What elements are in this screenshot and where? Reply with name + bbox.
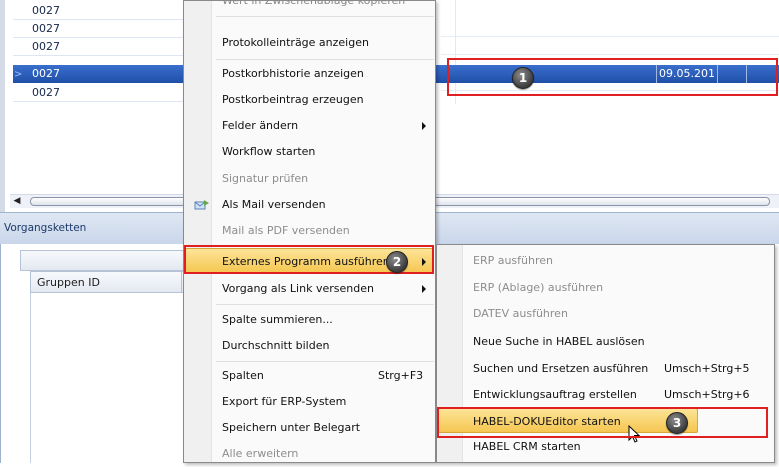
grid-row-line xyxy=(441,54,779,55)
column-header-gruppen-id[interactable]: Gruppen ID xyxy=(30,271,182,293)
menu-item-label: Workflow starten xyxy=(222,145,316,158)
menu-item-spalten[interactable]: Spalten Strg+F3 xyxy=(186,363,434,389)
menu-item-protokolleintraege[interactable]: Protokolleinträge anzeigen xyxy=(186,30,434,56)
menu-item-label: Spalte summieren... xyxy=(222,313,333,326)
menu-item-postkorbeintrag[interactable]: Postkorbeintrag erzeugen xyxy=(186,87,434,113)
submenu-item-erp-ablage: ERP (Ablage) ausführen xyxy=(439,275,772,301)
submenu-item-erp-ausfuehren: ERP ausführen xyxy=(439,248,772,274)
submenu-item-suchen-ersetzen[interactable]: Suchen und Ersetzen ausführen Umsch+Strg… xyxy=(439,356,772,382)
menu-item-felder-aendern[interactable]: Felder ändern xyxy=(186,113,434,139)
menu-item-label: Durchschnitt bilden xyxy=(222,339,330,352)
annotation-highlight-dokueditor xyxy=(437,407,768,438)
submenu-item-entwicklungsauftrag[interactable]: Entwicklungsauftrag erstellen Umsch+Strg… xyxy=(439,382,772,408)
annotation-highlight-selected-row xyxy=(447,58,778,96)
mail-icon xyxy=(194,200,209,210)
menu-item-postkorbhistorie[interactable]: Postkorbhistorie anzeigen xyxy=(186,61,434,87)
menu-item-label: Mail als PDF versenden xyxy=(222,224,350,237)
menu-item-alle-erweitern: Alle erweitern xyxy=(186,441,434,467)
grid-cell-id: 0027 xyxy=(32,67,60,80)
scroll-left-icon[interactable]: ◀ xyxy=(10,195,24,208)
table-row[interactable]: 0027 xyxy=(13,2,183,20)
menu-item-label: Export für ERP-System xyxy=(222,395,347,408)
row-indicator-icon: > xyxy=(14,68,23,80)
menu-item-speichern-belegart[interactable]: Speichern unter Belegart xyxy=(186,415,434,441)
menu-item-signatur-pruefen: Signatur prüfen xyxy=(186,166,434,192)
table-row[interactable]: 0027 xyxy=(13,20,183,38)
table-row[interactable]: 0027 xyxy=(13,38,183,56)
annotation-badge-1: 1 xyxy=(512,67,534,89)
grid-cell-id: 0027 xyxy=(13,2,183,20)
menu-separator xyxy=(216,304,434,305)
annotation-badge-2: 2 xyxy=(386,251,408,273)
menu-item-shortcut: Umsch+Strg+6 xyxy=(664,388,750,401)
menu-item-copy-value[interactable]: Wert in Zwischenablage kopieren xyxy=(186,0,434,14)
panel-column-divider xyxy=(30,293,31,463)
menu-separator xyxy=(216,59,434,60)
menu-item-label: Suchen und Ersetzen ausführen xyxy=(473,362,649,375)
table-row[interactable]: 0027 xyxy=(13,84,183,102)
menu-item-label: Speichern unter Belegart xyxy=(222,421,361,434)
grid-row-line xyxy=(441,36,779,37)
menu-separator xyxy=(216,361,434,362)
menu-item-label: Spalten xyxy=(222,369,264,382)
submenu-arrow-icon xyxy=(422,285,426,293)
submenu-item-neue-suche[interactable]: Neue Suche in HABEL auslösen xyxy=(439,329,772,355)
menu-item-label: ERP ausführen xyxy=(473,254,554,267)
menu-item-label: Vorgang als Link versenden xyxy=(222,282,374,295)
menu-item-mail-als-pdf: Mail als PDF versenden xyxy=(186,218,434,244)
menu-item-export-erp[interactable]: Export für ERP-System xyxy=(186,389,434,415)
menu-item-label: Alle erweitern xyxy=(222,447,299,460)
menu-separator xyxy=(216,16,434,17)
menu-item-label: Entwicklungsauftrag erstellen xyxy=(473,388,637,401)
menu-item-label: Protokolleinträge anzeigen xyxy=(222,36,369,49)
grid-cell-id: 0027 xyxy=(13,84,183,102)
grid-cell-id: 0027 xyxy=(13,38,183,56)
submenu-arrow-icon xyxy=(422,122,426,130)
menu-item-shortcut: Strg+F3 xyxy=(378,369,424,382)
panel-title: Vorgangsketten xyxy=(4,222,87,234)
menu-item-label: Postkorbeintrag erzeugen xyxy=(222,93,364,106)
menu-item-durchschnitt[interactable]: Durchschnitt bilden xyxy=(186,333,434,359)
menu-item-label: Signatur prüfen xyxy=(222,172,309,185)
menu-item-label: Als Mail versenden xyxy=(222,198,326,211)
menu-item-label: Felder ändern xyxy=(222,119,299,132)
grid-cell-id: 0027 xyxy=(13,20,183,38)
context-menu: Wert in Zwischenablage kopieren Protokol… xyxy=(183,0,436,463)
menu-item-als-mail-versenden[interactable]: Als Mail versenden xyxy=(186,192,434,218)
menu-item-label: Wert in Zwischenablage kopieren xyxy=(222,0,406,7)
menu-item-spalte-summieren[interactable]: Spalte summieren... xyxy=(186,307,434,333)
menu-item-label: ERP (Ablage) ausführen xyxy=(473,281,604,294)
menu-item-shortcut: Umsch+Strg+5 xyxy=(664,362,750,375)
menu-item-workflow-starten[interactable]: Workflow starten xyxy=(186,139,434,165)
menu-item-label: Postkorbhistorie anzeigen xyxy=(222,67,364,80)
menu-item-vorgang-als-link[interactable]: Vorgang als Link versenden xyxy=(186,276,434,302)
menu-item-label: DATEV ausführen xyxy=(473,307,568,320)
submenu-item-datev: DATEV ausführen xyxy=(439,301,772,327)
menu-item-label: Neue Suche in HABEL auslösen xyxy=(473,335,645,348)
annotation-badge-3: 3 xyxy=(666,412,688,434)
